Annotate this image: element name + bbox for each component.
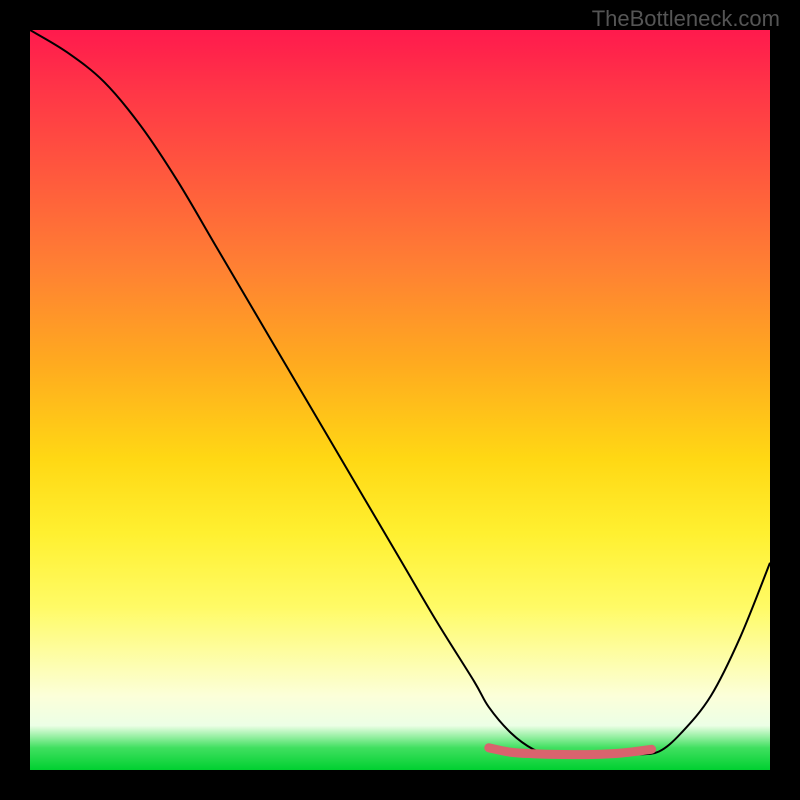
bottleneck-curve: [30, 30, 770, 755]
watermark-text: TheBottleneck.com: [592, 6, 780, 32]
optimal-range-band: [489, 748, 652, 755]
chart-svg: [30, 30, 770, 770]
chart-container: [30, 30, 770, 770]
